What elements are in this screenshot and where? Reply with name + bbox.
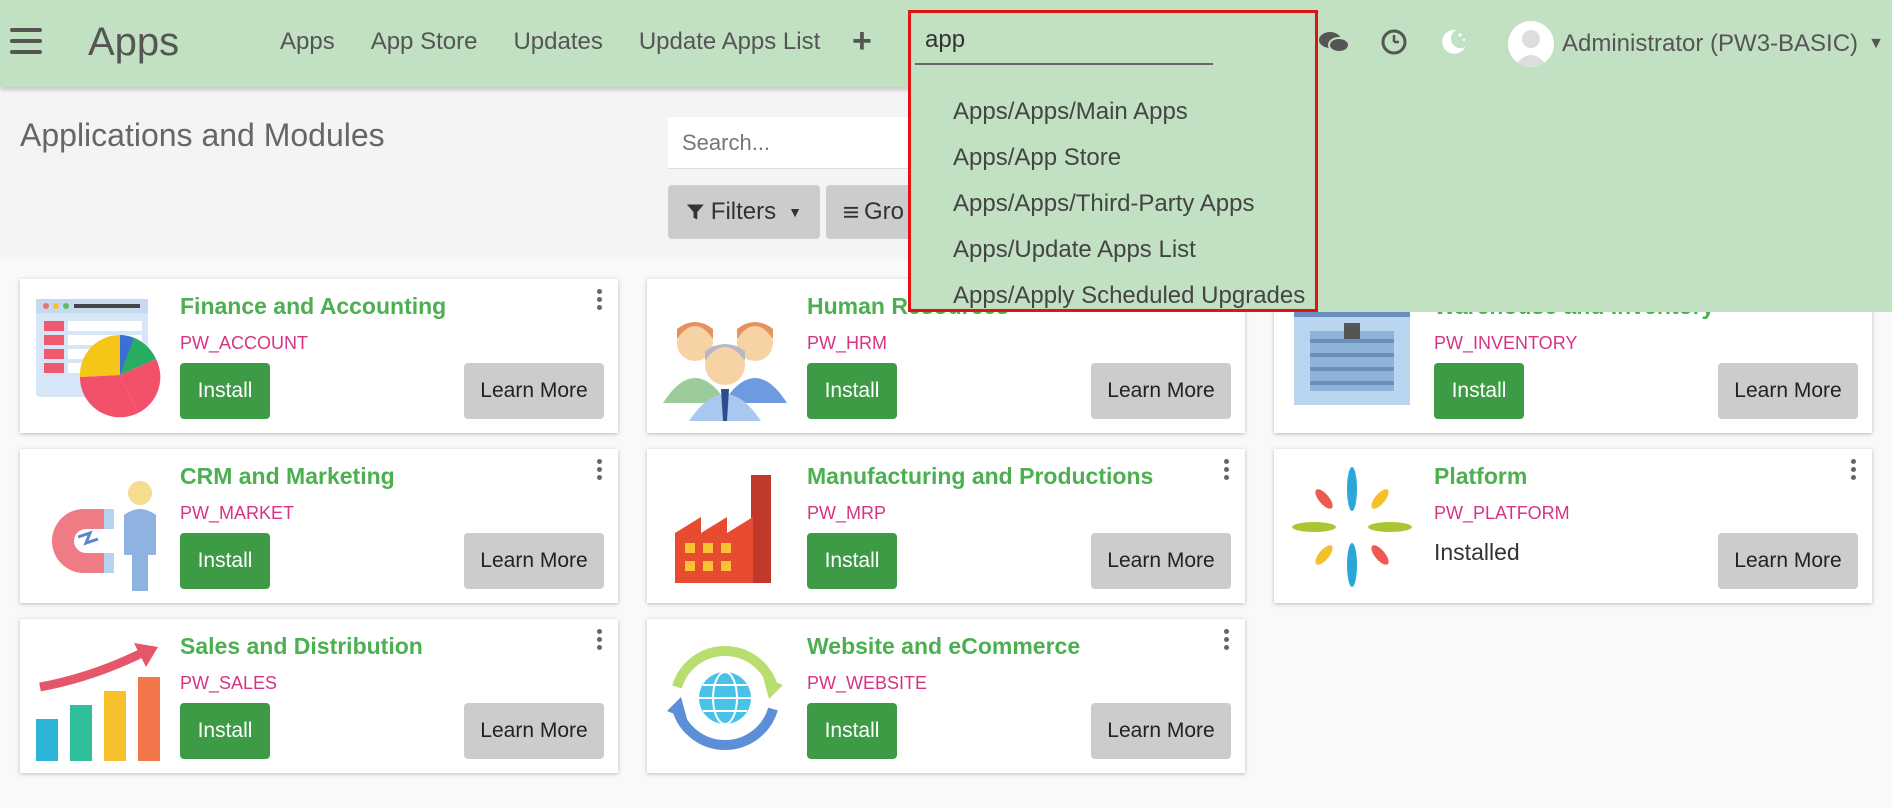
installed-status: Installed	[1434, 539, 1520, 565]
nav-link-updates[interactable]: Updates	[513, 28, 602, 56]
filter-funnel-icon	[686, 204, 704, 220]
magnet-person-icon	[52, 481, 156, 591]
user-menu[interactable]: Administrator (PW3-BASIC) ▼	[1508, 20, 1884, 68]
install-button[interactable]: Install	[807, 363, 897, 419]
app-name: Finance and Accounting	[180, 293, 447, 319]
filters-button[interactable]: Filters ▼	[668, 185, 820, 239]
app-card[interactable]: Platform PW_PLATFORM Installed Learn Mor…	[1274, 449, 1872, 603]
learn-more-button[interactable]: Learn More	[464, 363, 604, 419]
palette-item[interactable]: Apps/Update Apps List	[953, 227, 1305, 273]
learn-more-button[interactable]: Learn More	[1091, 533, 1231, 589]
clock-icon[interactable]	[1380, 28, 1408, 56]
warehouse-icon	[1294, 303, 1410, 405]
people-group-icon	[663, 322, 787, 421]
install-button[interactable]: Install	[807, 703, 897, 759]
avatar	[1508, 21, 1554, 67]
learn-more-button[interactable]: Learn More	[1718, 363, 1858, 419]
app-card[interactable]: CRM and Marketing PW_MARKET Install Lear…	[20, 449, 618, 603]
kebab-menu-icon[interactable]	[1848, 459, 1858, 483]
app-code: PW_PLATFORM	[1434, 503, 1570, 523]
app-code: PW_INVENTORY	[1434, 333, 1578, 353]
kebab-menu-icon[interactable]	[1221, 459, 1231, 483]
palette-item[interactable]: Apps/App Store	[953, 135, 1305, 181]
list-bars-icon	[844, 206, 858, 218]
sales-growth-icon	[36, 643, 160, 761]
user-name: Administrator (PW3-BASIC)	[1562, 30, 1859, 57]
palette-item[interactable]: Apps/Apps/Main Apps	[953, 89, 1305, 135]
factory-icon	[675, 475, 771, 583]
app-title: Apps	[88, 20, 180, 64]
app-card[interactable]: Website and eCommerce PW_WEBSITE Install…	[647, 619, 1245, 773]
app-code: PW_MRP	[807, 503, 887, 523]
kebab-menu-icon[interactable]	[594, 289, 604, 313]
palette-panel-extension	[1318, 87, 1892, 312]
app-card[interactable]: Manufacturing and Productions PW_MRP Ins…	[647, 449, 1245, 603]
kebab-menu-icon[interactable]	[594, 459, 604, 483]
palette-results: Apps/Apps/Main Apps Apps/App Store Apps/…	[953, 89, 1305, 319]
app-card[interactable]: Sales and Distribution PW_SALES Install …	[20, 619, 618, 773]
page-title: Applications and Modules	[20, 117, 385, 153]
chevron-down-icon: ▼	[1868, 35, 1884, 52]
app-code: PW_ACCOUNT	[180, 333, 309, 353]
install-button[interactable]: Install	[807, 533, 897, 589]
palette-item[interactable]: Apps/Apply Scheduled Upgrades	[953, 273, 1305, 319]
app-code: PW_MARKET	[180, 503, 295, 523]
app-name: CRM and Marketing	[180, 463, 395, 489]
learn-more-button[interactable]: Learn More	[464, 703, 604, 759]
command-palette: Apps/Apps/Main Apps Apps/App Store Apps/…	[908, 10, 1318, 312]
nav-link-update-apps-list[interactable]: Update Apps List	[639, 28, 820, 56]
finance-chart-icon	[36, 299, 161, 418]
app-code: PW_WEBSITE	[807, 673, 928, 693]
kebab-menu-icon[interactable]	[1221, 629, 1231, 653]
install-button[interactable]: Install	[180, 533, 270, 589]
app-code: PW_HRM	[807, 333, 887, 353]
chat-icon[interactable]	[1318, 30, 1350, 56]
hamburger-menu-icon[interactable]	[10, 28, 42, 56]
group-by-label: Gro	[863, 198, 904, 225]
app-card[interactable]: Finance and Accounting PW_ACCOUNT Instal…	[20, 279, 618, 433]
app-name: Website and eCommerce	[807, 633, 1081, 659]
app-name: Platform	[1434, 463, 1528, 489]
app-code: PW_SALES	[180, 673, 278, 693]
learn-more-button[interactable]: Learn More	[464, 533, 604, 589]
platform-burst-icon	[1292, 467, 1412, 587]
app-name: Sales and Distribution	[180, 633, 423, 659]
nav-link-apps[interactable]: Apps	[280, 28, 335, 56]
install-button[interactable]: Install	[1434, 363, 1524, 419]
app-name: Manufacturing and Productions	[807, 463, 1154, 489]
moon-stars-icon[interactable]	[1438, 27, 1468, 57]
caret-down-icon: ▼	[788, 204, 802, 220]
kebab-menu-icon[interactable]	[594, 629, 604, 653]
apps-kanban: Finance and Accounting PW_ACCOUNT Instal…	[0, 259, 1892, 808]
learn-more-button[interactable]: Learn More	[1718, 533, 1858, 589]
install-button[interactable]: Install	[180, 703, 270, 759]
palette-item[interactable]: Apps/Apps/Third-Party Apps	[953, 181, 1305, 227]
plus-icon[interactable]: +	[852, 22, 872, 61]
learn-more-button[interactable]: Learn More	[1091, 703, 1231, 759]
filters-label: Filters	[710, 198, 777, 225]
palette-search-input[interactable]	[915, 17, 1213, 65]
nav-link-app-store[interactable]: App Store	[371, 28, 478, 56]
learn-more-button[interactable]: Learn More	[1091, 363, 1231, 419]
nav-links: Apps App Store Updates Update Apps List	[280, 28, 820, 56]
install-button[interactable]: Install	[180, 363, 270, 419]
globe-cycle-icon	[667, 646, 783, 750]
